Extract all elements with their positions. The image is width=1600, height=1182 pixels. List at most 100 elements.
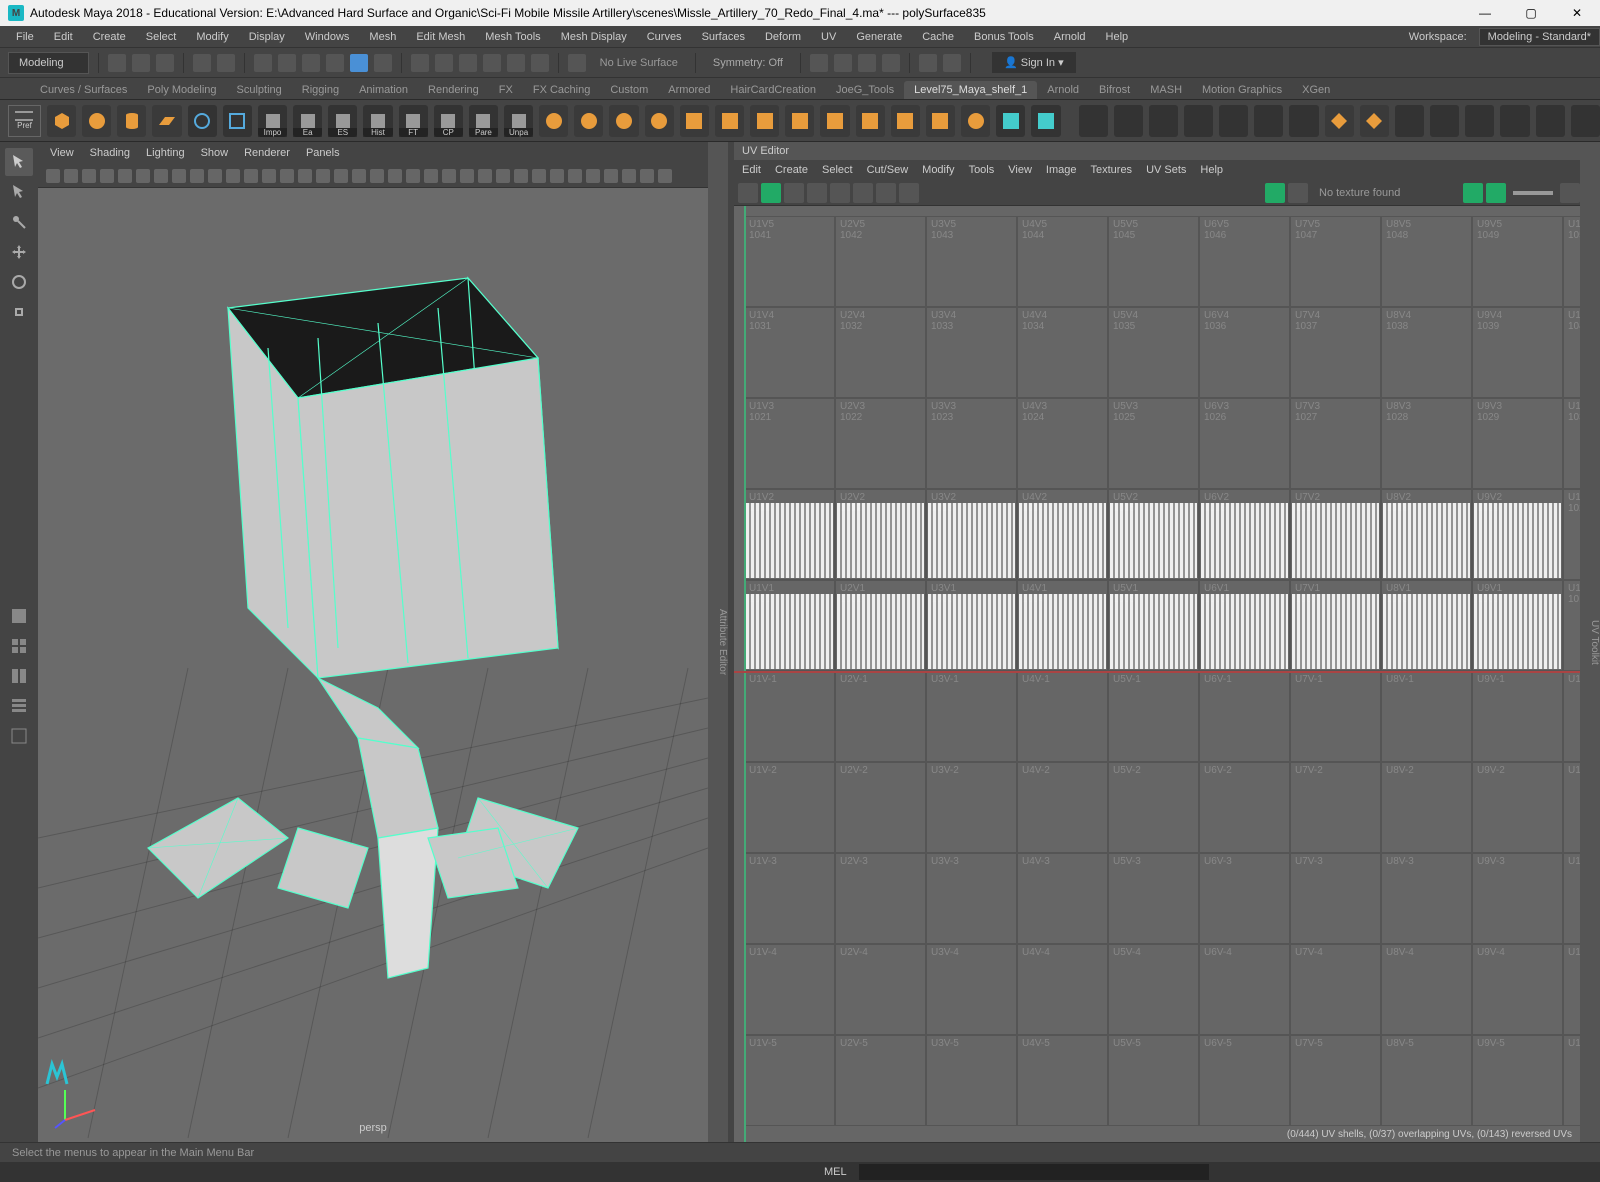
uv-tb-8-icon[interactable] bbox=[899, 183, 919, 203]
uv-menu-cutsew[interactable]: Cut/Sew bbox=[867, 164, 909, 176]
uv-tb-tex-icon[interactable] bbox=[1265, 183, 1285, 203]
layout-single-icon[interactable] bbox=[5, 602, 33, 630]
shelf-tab-rendering[interactable]: Rendering bbox=[418, 81, 489, 99]
vp-menu-show[interactable]: Show bbox=[201, 147, 229, 159]
uv-tb-dim-icon[interactable] bbox=[1486, 183, 1506, 203]
shelf-tab-armored[interactable]: Armored bbox=[658, 81, 720, 99]
shelf-ft-icon[interactable]: FT bbox=[399, 105, 428, 137]
redo-icon[interactable] bbox=[217, 54, 235, 72]
uv-tb-2-icon[interactable] bbox=[761, 183, 781, 203]
shelf-s2-icon[interactable] bbox=[574, 105, 603, 137]
shelf-tab-sculpting[interactable]: Sculpting bbox=[227, 81, 292, 99]
shelf-tool11-icon[interactable] bbox=[1430, 105, 1459, 137]
shelf-ea-icon[interactable]: Ea bbox=[293, 105, 322, 137]
vp-icon-20[interactable] bbox=[406, 169, 420, 183]
vp-icon-14[interactable] bbox=[298, 169, 312, 183]
menu-help[interactable]: Help bbox=[1098, 29, 1137, 45]
shelf-sphere-icon[interactable] bbox=[82, 105, 111, 137]
shelf-import-icon[interactable]: Impo bbox=[258, 105, 287, 137]
shelf-s5-icon[interactable] bbox=[680, 105, 709, 137]
vp-icon-28[interactable] bbox=[550, 169, 564, 183]
shelf-tool15-icon[interactable] bbox=[1571, 105, 1600, 137]
shelf-tool6-icon[interactable] bbox=[1254, 105, 1283, 137]
persp-viewport[interactable]: persp bbox=[38, 188, 708, 1142]
menu-uv[interactable]: UV bbox=[813, 29, 844, 45]
vp-icon-22[interactable] bbox=[442, 169, 456, 183]
vp-icon-33[interactable] bbox=[640, 169, 654, 183]
menu-display[interactable]: Display bbox=[241, 29, 293, 45]
shelf-tab-poly-modeling[interactable]: Poly Modeling bbox=[137, 81, 226, 99]
shelf-tool3-icon[interactable] bbox=[1149, 105, 1178, 137]
sel-face-icon[interactable] bbox=[326, 54, 344, 72]
snap-point-icon[interactable] bbox=[459, 54, 477, 72]
vp-icon-18[interactable] bbox=[370, 169, 384, 183]
history-icon[interactable] bbox=[810, 54, 828, 72]
menu-select[interactable]: Select bbox=[138, 29, 185, 45]
vp-icon-21[interactable] bbox=[424, 169, 438, 183]
shelf-circle-icon[interactable] bbox=[188, 105, 217, 137]
sel-multi-icon[interactable] bbox=[374, 54, 392, 72]
shelf-tab-level75-maya-shelf-1[interactable]: Level75_Maya_shelf_1 bbox=[904, 81, 1037, 99]
uv-menu-tools[interactable]: Tools bbox=[969, 164, 995, 176]
shelf-tool14-icon[interactable] bbox=[1536, 105, 1565, 137]
shelf-s15-icon[interactable] bbox=[1031, 105, 1060, 137]
vp-icon-1[interactable] bbox=[64, 169, 78, 183]
select-tool[interactable] bbox=[5, 148, 33, 176]
vp-icon-24[interactable] bbox=[478, 169, 492, 183]
lasso-tool[interactable] bbox=[5, 178, 33, 206]
vp-icon-10[interactable] bbox=[226, 169, 240, 183]
close-button[interactable]: ✕ bbox=[1554, 0, 1600, 26]
shelf-s13-icon[interactable] bbox=[961, 105, 990, 137]
shelf-tool9-icon[interactable] bbox=[1360, 105, 1389, 137]
snap-live-icon[interactable] bbox=[507, 54, 525, 72]
shelf-s6-icon[interactable] bbox=[715, 105, 744, 137]
attribute-editor-tab[interactable]: Attribute Editor bbox=[708, 142, 728, 1142]
snap-curve-icon[interactable] bbox=[435, 54, 453, 72]
shelf-s3-icon[interactable] bbox=[609, 105, 638, 137]
mel-input[interactable] bbox=[859, 1164, 1209, 1180]
shelf-tab-rigging[interactable]: Rigging bbox=[292, 81, 349, 99]
shelf-tab-curves-surfaces[interactable]: Curves / Surfaces bbox=[30, 81, 137, 99]
shelf-tool8-icon[interactable] bbox=[1325, 105, 1354, 137]
menu-bonustools[interactable]: Bonus Tools bbox=[966, 29, 1042, 45]
scale-tool[interactable] bbox=[5, 298, 33, 326]
layout-two-icon[interactable] bbox=[5, 662, 33, 690]
workspace-selector[interactable]: Modeling - Standard* bbox=[1479, 28, 1600, 46]
render-settings-icon[interactable] bbox=[882, 54, 900, 72]
shelf-s7-icon[interactable] bbox=[750, 105, 779, 137]
vp-menu-view[interactable]: View bbox=[50, 147, 74, 159]
ipr-icon[interactable] bbox=[858, 54, 876, 72]
menu-deform[interactable]: Deform bbox=[757, 29, 809, 45]
uv-menu-image[interactable]: Image bbox=[1046, 164, 1077, 176]
snap-toggle-icon[interactable] bbox=[531, 54, 549, 72]
menu-cache[interactable]: Cache bbox=[914, 29, 962, 45]
vp-icon-7[interactable] bbox=[172, 169, 186, 183]
uv-menu-edit[interactable]: Edit bbox=[742, 164, 761, 176]
uv-tb-4-icon[interactable] bbox=[807, 183, 827, 203]
vp-icon-15[interactable] bbox=[316, 169, 330, 183]
layout2-icon[interactable] bbox=[943, 54, 961, 72]
uv-menu-create[interactable]: Create bbox=[775, 164, 808, 176]
vp-icon-30[interactable] bbox=[586, 169, 600, 183]
vp-icon-3[interactable] bbox=[100, 169, 114, 183]
shelf-s8-icon[interactable] bbox=[785, 105, 814, 137]
uv-tb-checker-icon[interactable] bbox=[1288, 183, 1308, 203]
minimize-button[interactable]: — bbox=[1462, 0, 1508, 26]
uv-tb-5-icon[interactable] bbox=[830, 183, 850, 203]
menu-modify[interactable]: Modify bbox=[188, 29, 236, 45]
vp-icon-17[interactable] bbox=[352, 169, 366, 183]
uv-grid-view[interactable]: U1V51041U2V51042U3V51043U4V51044U5V51045… bbox=[734, 206, 1580, 1142]
vp-icon-34[interactable] bbox=[658, 169, 672, 183]
shelf-plane-icon[interactable] bbox=[152, 105, 181, 137]
menu-edit[interactable]: Edit bbox=[46, 29, 81, 45]
shelf-tool5-icon[interactable] bbox=[1219, 105, 1248, 137]
vp-menu-renderer[interactable]: Renderer bbox=[244, 147, 290, 159]
shelf-tab-custom[interactable]: Custom bbox=[600, 81, 658, 99]
uv-menu-help[interactable]: Help bbox=[1200, 164, 1223, 176]
shelf-tool2-icon[interactable] bbox=[1114, 105, 1143, 137]
vp-icon-5[interactable] bbox=[136, 169, 150, 183]
menu-meshtools[interactable]: Mesh Tools bbox=[477, 29, 548, 45]
uv-menu-select[interactable]: Select bbox=[822, 164, 853, 176]
shelf-cube-icon[interactable] bbox=[47, 105, 76, 137]
shelf-unpa-icon[interactable]: Unpa bbox=[504, 105, 533, 137]
